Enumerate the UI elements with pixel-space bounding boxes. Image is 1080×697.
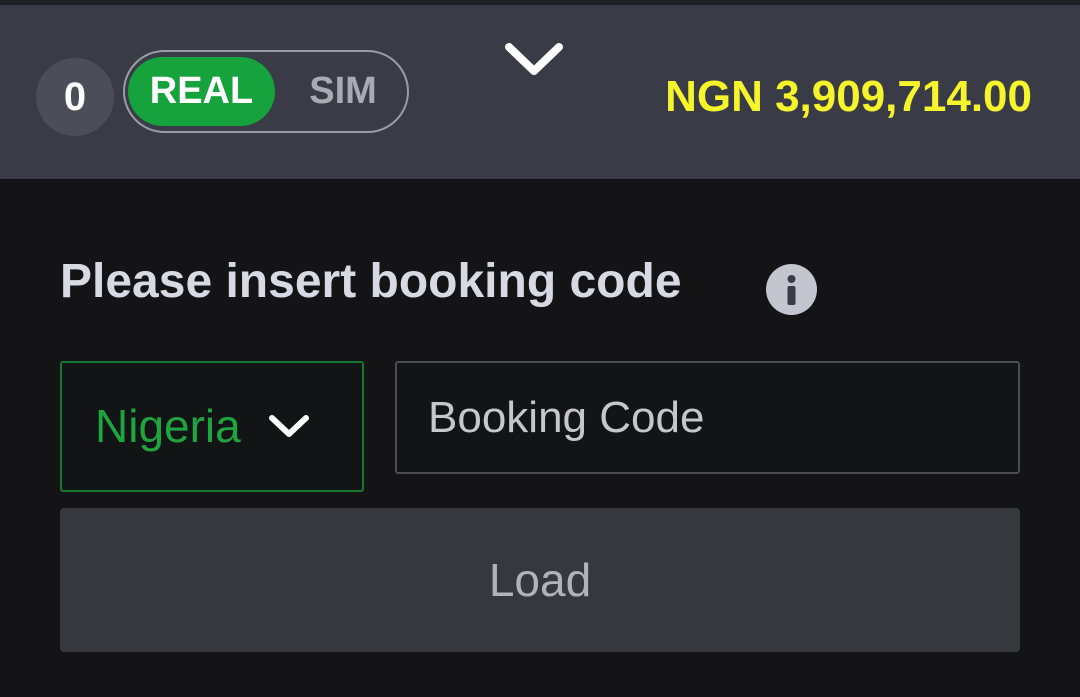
booking-code-input[interactable] (395, 361, 1020, 474)
balance-amount: NGN 3,909,714.00 (665, 72, 1032, 121)
country-select-value: Nigeria (95, 400, 241, 452)
chevron-down-icon[interactable] (503, 39, 565, 81)
load-button[interactable]: Load (60, 508, 1020, 652)
real-sim-toggle[interactable]: REAL SIM (123, 50, 409, 133)
sim-mode-option[interactable]: SIM (283, 57, 403, 126)
real-mode-option[interactable]: REAL (128, 57, 275, 126)
header-bar: 0 REAL SIM NGN 3,909,714.00 (0, 5, 1080, 179)
info-icon[interactable] (766, 264, 817, 315)
page-title: Please insert booking code (60, 255, 682, 308)
chevron-down-icon (269, 415, 309, 437)
bet-count-badge[interactable]: 0 (36, 58, 114, 136)
country-select[interactable]: Nigeria (60, 361, 364, 492)
info-glyph (787, 275, 796, 305)
